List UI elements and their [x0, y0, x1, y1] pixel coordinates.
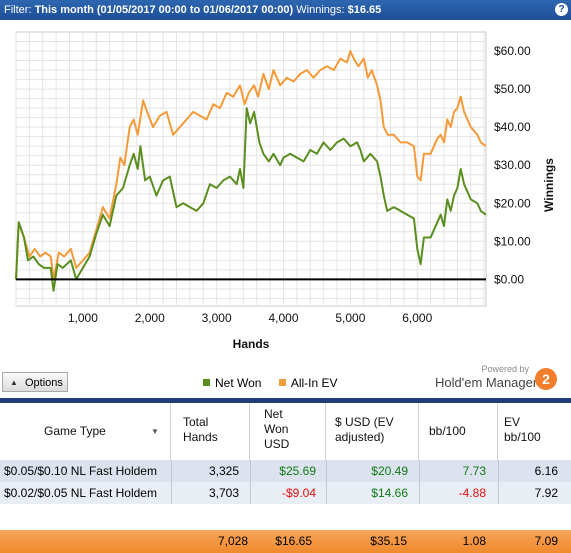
y-tick-label: $40.00: [494, 120, 531, 134]
cell-net-won: -$9.04: [281, 486, 316, 500]
cell-bb100: -4.88: [458, 486, 486, 500]
col-header-bb100[interactable]: bb/100: [419, 403, 498, 460]
x-axis-title: Hands: [233, 337, 270, 351]
graph-options-bar: ▲ Options Net Won All-In EV Powered by H…: [0, 364, 571, 398]
column-divider: [250, 460, 251, 482]
cell-ev-bb100: 6.16: [534, 464, 558, 478]
cell-total-hands: 3,703: [208, 486, 239, 500]
total-net-won: $16.65: [275, 534, 312, 548]
y-tick-label: $30.00: [494, 158, 531, 172]
brand-name: Hold'em Manager: [435, 375, 538, 390]
total-ev-bb100: 7.09: [534, 534, 558, 548]
legend-item-net-won[interactable]: Net Won: [203, 376, 261, 390]
x-tick-label: 1,000: [68, 311, 98, 325]
legend-label-all-in-ev: All-In EV: [290, 376, 338, 390]
filter-text: Filter: This month (01/05/2017 00:00 to …: [4, 0, 381, 20]
options-button[interactable]: ▲ Options: [2, 372, 68, 392]
total-ev-adjusted: $35.15: [370, 534, 407, 548]
cell-game-type: $0.05/$0.10 NL Fast Holdem: [4, 464, 157, 478]
cell-ev-bb100: 7.92: [534, 486, 558, 500]
y-tick-label: $0.00: [494, 272, 524, 286]
table-row[interactable]: $0.02/$0.05 NL Fast Holdem 3,703 -$9.04 …: [0, 482, 571, 504]
column-divider: [171, 482, 172, 504]
column-divider: [326, 482, 327, 504]
col-header-ev-bb100[interactable]: EV bb/100: [498, 403, 571, 460]
filter-value[interactable]: This month (01/05/2017 00:00 to 01/06/20…: [35, 4, 294, 16]
graph-legend: Net Won All-In EV: [203, 376, 352, 390]
help-icon[interactable]: ?: [555, 3, 568, 16]
col-header-total-hands-label: Total Hands: [183, 415, 218, 444]
options-label: Options: [25, 377, 63, 389]
column-divider: [171, 460, 172, 482]
hm2-logo-icon: 2: [535, 368, 557, 390]
cell-ev-adjusted: $20.49: [371, 464, 408, 478]
col-header-net-won[interactable]: Net Won USD: [250, 403, 326, 460]
col-header-total-hands[interactable]: Total Hands: [171, 403, 250, 460]
cell-bb100: 7.73: [462, 464, 486, 478]
column-divider: [419, 460, 420, 482]
cell-total-hands: 3,325: [208, 464, 239, 478]
column-divider: [498, 482, 499, 504]
filter-label: Filter:: [4, 4, 32, 16]
winnings-label: Winnings:: [296, 4, 345, 16]
sort-dropdown-icon[interactable]: ▼: [151, 424, 159, 439]
y-axis-title: Winnings: [542, 158, 556, 212]
legend-swatch-net-won: [203, 379, 210, 386]
x-tick-label: 4,000: [268, 311, 298, 325]
x-tick-label: 3,000: [202, 311, 232, 325]
legend-item-all-in-ev[interactable]: All-In EV: [278, 376, 338, 390]
x-tick-label: 2,000: [135, 311, 165, 325]
winnings-graph: 1,000 2,000 3,000 4,000 5,000 6,000 $60.00 $50.…: [0, 20, 571, 398]
column-divider: [250, 482, 251, 504]
col-header-game-type-label: Game Type: [44, 424, 106, 438]
total-hands: 7,028: [217, 534, 248, 548]
stats-table-header: Game Type ▼ Total Hands Net Won USD $ US…: [0, 403, 571, 461]
col-header-ev-adjusted[interactable]: $ USD (EV adjusted): [326, 403, 419, 460]
expand-up-icon: ▲: [10, 378, 18, 387]
column-divider: [498, 460, 499, 482]
column-divider: [419, 482, 420, 504]
column-divider: [326, 460, 327, 482]
col-header-net-won-label: Net Won USD: [264, 407, 290, 451]
col-header-game-type[interactable]: Game Type ▼: [0, 403, 171, 460]
filter-bar: Filter: This month (01/05/2017 00:00 to …: [0, 0, 571, 20]
col-header-ev-adjusted-label: $ USD (EV adjusted): [335, 415, 394, 444]
brand-logo-block: Powered by Hold'em Manager 2: [433, 364, 563, 396]
cell-game-type: $0.02/$0.05 NL Fast Holdem: [4, 486, 157, 500]
y-tick-label: $20.00: [494, 196, 531, 210]
cell-net-won: $25.69: [279, 464, 316, 478]
y-tick-label: $10.00: [494, 234, 531, 248]
total-bb100: 1.08: [462, 534, 486, 548]
cell-ev-adjusted: $14.66: [371, 486, 408, 500]
x-tick-label: 5,000: [335, 311, 365, 325]
powered-by-text: Powered by: [481, 364, 529, 374]
y-tick-label: $60.00: [494, 44, 531, 58]
graph-svg: 1,000 2,000 3,000 4,000 5,000 6,000 $60.00 $50.…: [15, 31, 556, 351]
legend-swatch-all-in-ev: [278, 379, 286, 386]
totals-row: 7,028 $16.65 $35.15 1.08 7.09: [0, 530, 571, 553]
col-header-bb100-label: bb/100: [429, 424, 466, 438]
x-tick-label: 6,000: [402, 311, 432, 325]
table-row[interactable]: $0.05/$0.10 NL Fast Holdem 3,325 $25.69 …: [0, 460, 571, 482]
col-header-ev-bb100-label: EV bb/100: [504, 415, 541, 444]
winnings-value: $16.65: [347, 4, 382, 16]
y-tick-label: $50.00: [494, 82, 531, 96]
legend-label-net-won: Net Won: [215, 376, 262, 390]
